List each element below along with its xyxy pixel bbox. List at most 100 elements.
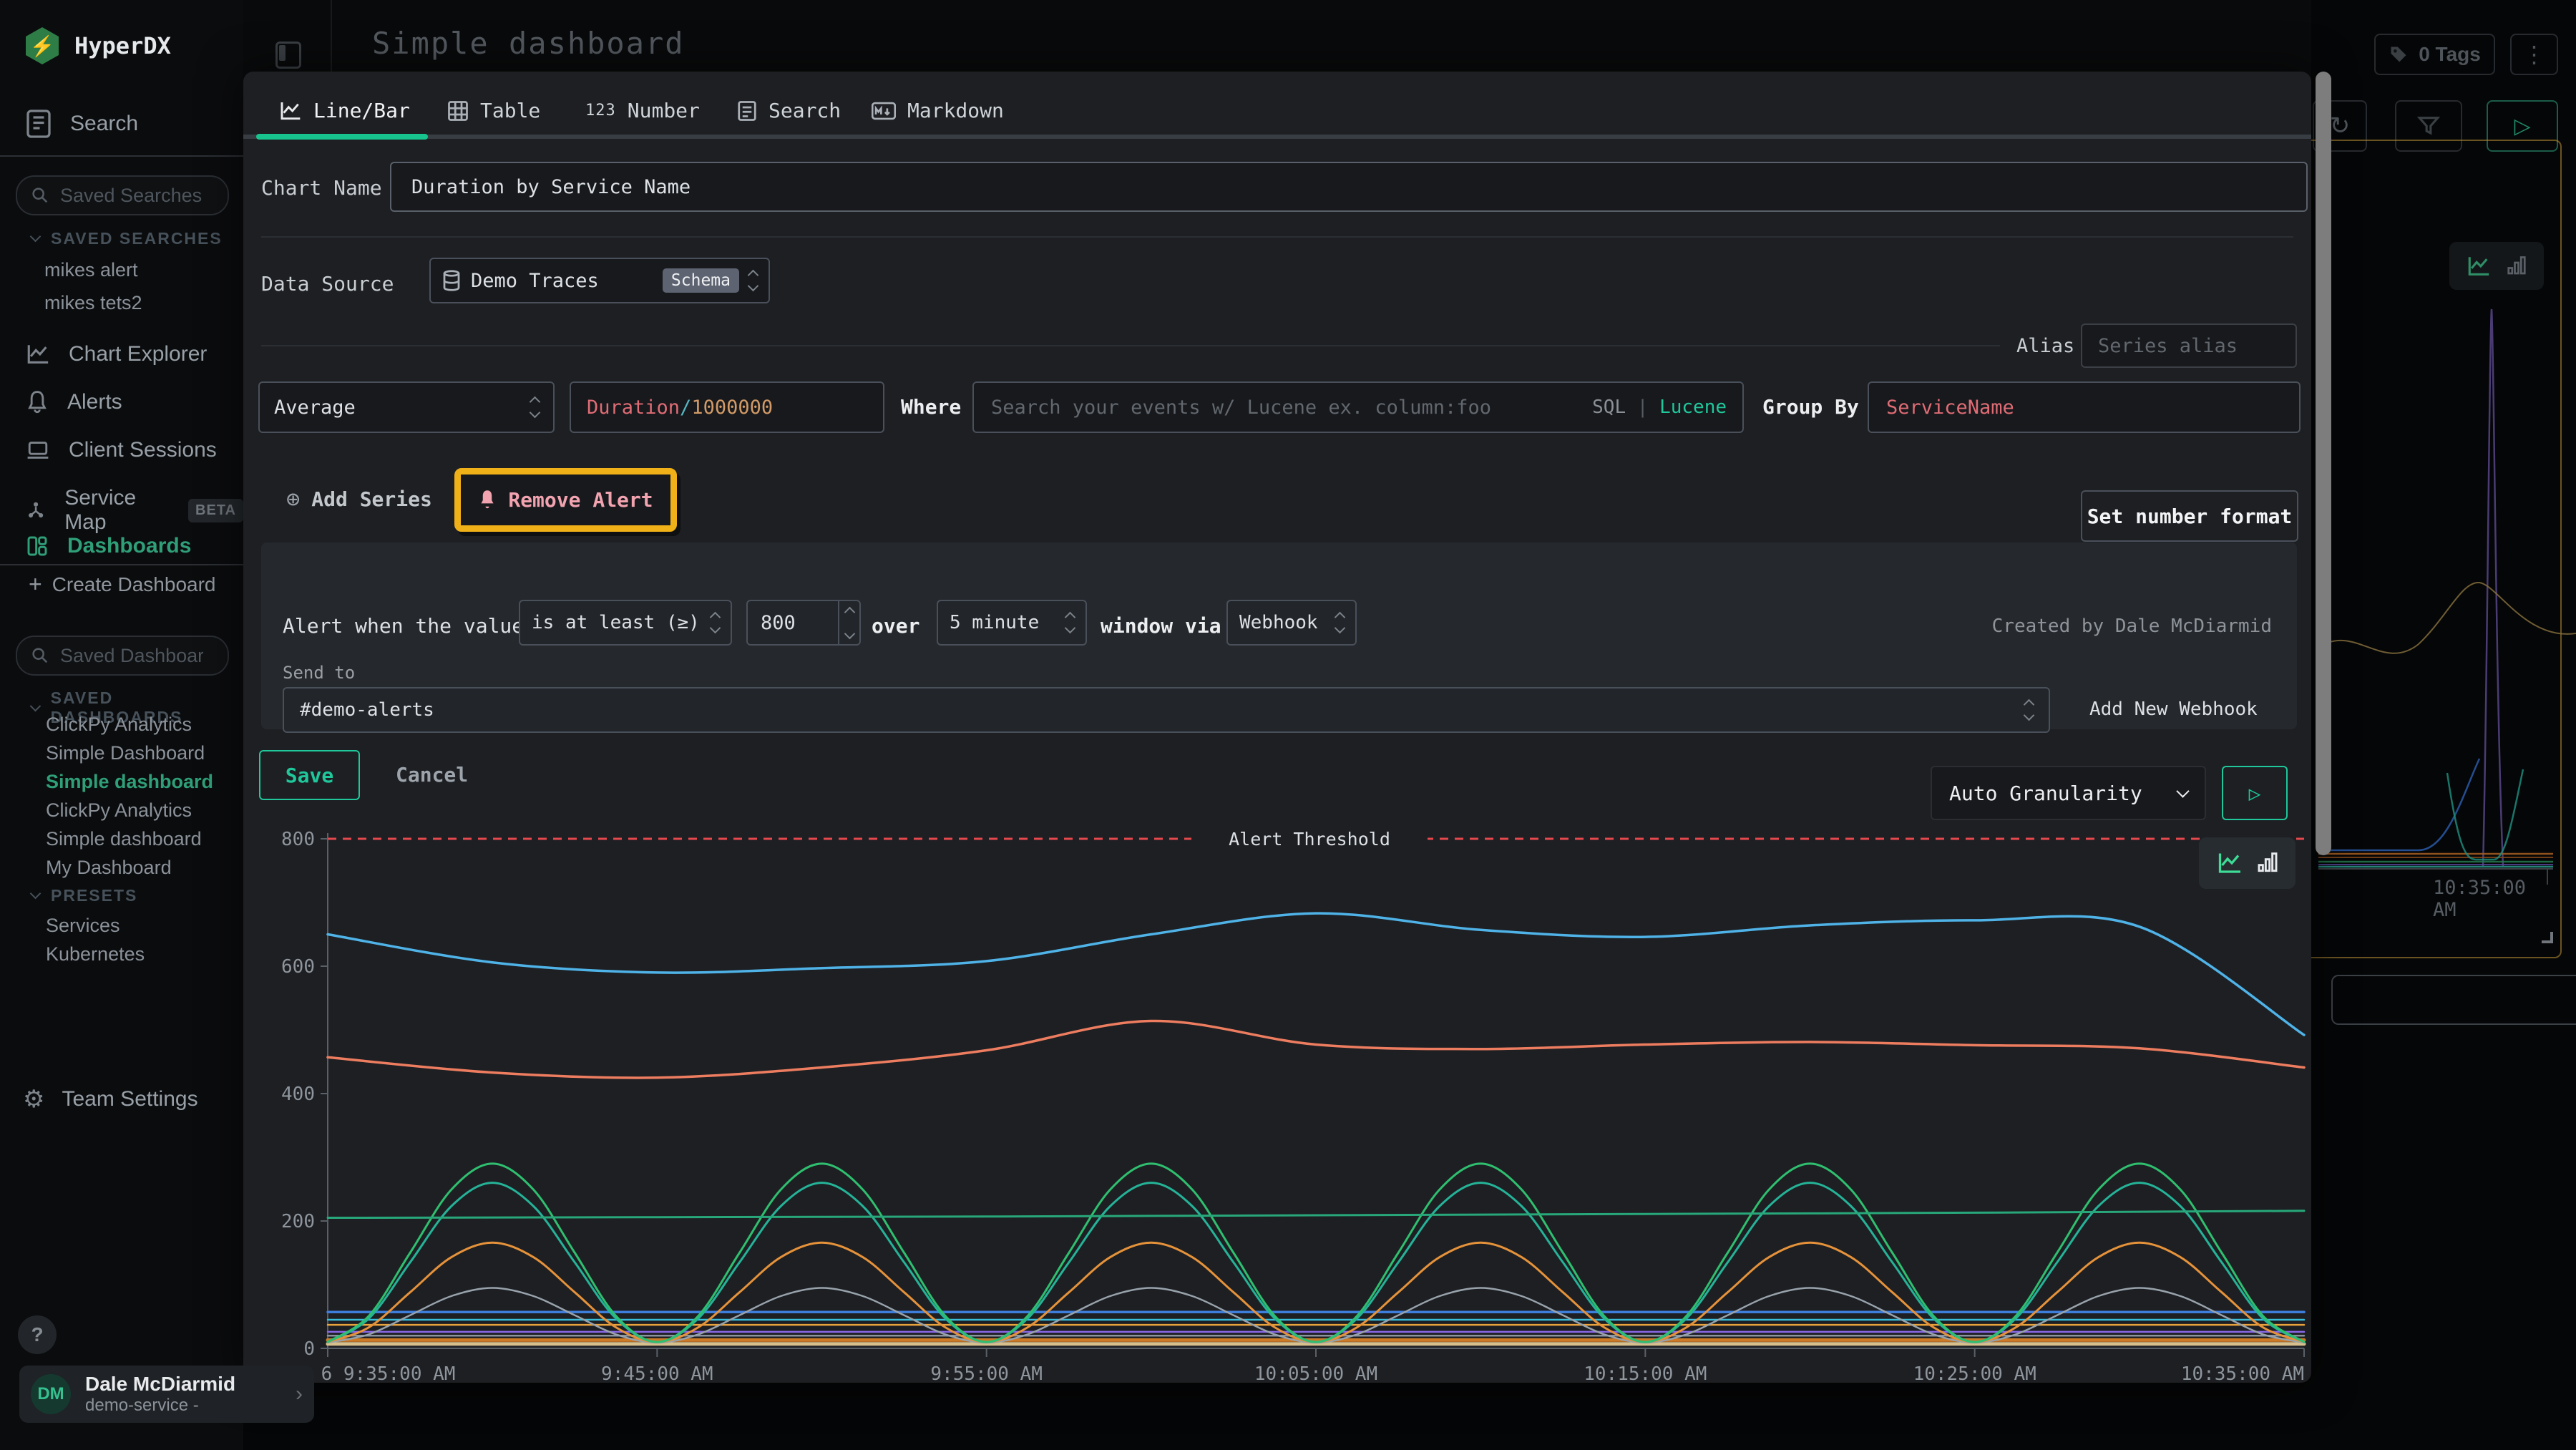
- chart-name-label: Chart Name: [261, 176, 382, 200]
- dashboard-item[interactable]: ClickPy Analytics: [46, 714, 192, 736]
- tab-search[interactable]: Search: [737, 99, 841, 122]
- chart-name-input[interactable]: [390, 162, 2308, 212]
- help-button[interactable]: ?: [18, 1315, 57, 1354]
- svg-text:Alert Threshold: Alert Threshold: [1229, 829, 1390, 850]
- alias-label: Alias: [2016, 335, 2074, 357]
- dashboard-item[interactable]: ClickPy Analytics: [46, 799, 192, 822]
- group-by-label: Group By: [1762, 395, 1859, 419]
- where-input[interactable]: SQL | Lucene: [972, 381, 1744, 433]
- bell-icon: [26, 390, 49, 414]
- collapse-sidebar-icon[interactable]: [275, 42, 301, 69]
- dashboards-grid-icon: [26, 535, 49, 558]
- chart-run-button[interactable]: ▷: [2222, 766, 2288, 820]
- chevron-down-icon[interactable]: [30, 700, 41, 711]
- sidebar-item-alerts[interactable]: Alerts: [26, 390, 122, 414]
- dashboard-item[interactable]: My Dashboard: [46, 857, 172, 879]
- sidebar-item-client-sessions[interactable]: Client Sessions: [26, 438, 217, 462]
- alert-window-select[interactable]: 5 minute: [937, 600, 1087, 646]
- search-icon: [30, 646, 50, 666]
- bar-chart-icon[interactable]: [2257, 852, 2278, 875]
- field-expression-input[interactable]: Duration/1000000: [570, 381, 884, 433]
- svg-text:400: 400: [281, 1084, 315, 1105]
- user-subtitle: demo-service -: [85, 1396, 281, 1416]
- saved-searches-input[interactable]: [16, 175, 229, 215]
- create-dashboard-button[interactable]: + Create Dashboard: [29, 571, 216, 598]
- tab-markdown[interactable]: Markdown: [872, 99, 1004, 122]
- svg-text:800: 800: [281, 829, 315, 850]
- svg-text:10:35:00 AM: 10:35:00 AM: [2181, 1363, 2304, 1385]
- chart-type-toggle[interactable]: [2199, 837, 2296, 889]
- remove-alert-button[interactable]: Remove Alert: [461, 475, 670, 525]
- chevron-down-icon[interactable]: [30, 888, 42, 900]
- svg-text:9:55:00 AM: 9:55:00 AM: [930, 1363, 1043, 1385]
- add-series-button[interactable]: ⊕ Add Series: [286, 485, 432, 512]
- sidebar-item-chart-explorer[interactable]: Chart Explorer: [26, 342, 207, 366]
- sql-mode-toggle[interactable]: SQL | Lucene: [1592, 396, 1727, 418]
- sidebar-item-dashboards[interactable]: Dashboards: [26, 534, 191, 558]
- markdown-icon: [872, 102, 896, 120]
- select-chevrons-icon: [1066, 613, 1074, 632]
- number-stepper[interactable]: [838, 601, 859, 644]
- play-icon: ▷: [2249, 782, 2261, 805]
- presets-header[interactable]: PRESETS: [51, 886, 137, 905]
- tab-number[interactable]: 123 Number: [585, 99, 700, 122]
- group-by-input[interactable]: ServiceName: [1868, 381, 2301, 433]
- aggregation-select[interactable]: Average: [258, 381, 555, 433]
- granularity-select[interactable]: Auto Granularity: [1931, 766, 2206, 820]
- brand-name: HyperDX: [74, 32, 171, 59]
- alert-over-label: over: [872, 614, 919, 638]
- alert-prefix: Alert when the value: [283, 614, 524, 638]
- sidebar-item-service-map[interactable]: Service Map BETA: [26, 486, 243, 535]
- duration-chart[interactable]: 0200400600800Nov 6 9:35:00 AM9:45:00 AM9…: [250, 816, 2311, 1403]
- background-axis-timestamp: 10:35:00 AM: [2433, 877, 2555, 921]
- tab-table[interactable]: Table: [447, 99, 540, 122]
- svg-text:200: 200: [281, 1211, 315, 1232]
- page-title: Simple dashboard: [372, 26, 685, 61]
- alert-channel-select[interactable]: Webhook: [1226, 600, 1357, 646]
- user-card[interactable]: DM Dale McDiarmid demo-service - ›: [19, 1366, 314, 1423]
- search-doc-icon: [26, 109, 52, 139]
- saved-search-item[interactable]: mikes alert: [44, 259, 138, 281]
- chevron-down-icon[interactable]: [30, 231, 42, 243]
- send-to-select[interactable]: #demo-alerts: [283, 687, 2050, 733]
- svg-text:9:45:00 AM: 9:45:00 AM: [601, 1363, 713, 1385]
- expr-operator: /: [680, 396, 691, 419]
- cancel-button[interactable]: Cancel: [396, 763, 468, 787]
- dashboard-item-active[interactable]: Simple dashboard: [46, 771, 213, 793]
- alert-threshold-input[interactable]: [746, 600, 861, 646]
- add-new-webhook-button[interactable]: Add New Webhook: [2089, 699, 2258, 720]
- table-icon: [447, 100, 469, 122]
- select-chevrons-icon: [531, 398, 539, 417]
- preset-item[interactable]: Services: [46, 915, 120, 937]
- svg-text:600: 600: [281, 956, 315, 978]
- saved-searches-header[interactable]: SAVED SEARCHES: [51, 229, 223, 248]
- sidebar-item-team-settings[interactable]: ⚙ Team Settings: [23, 1085, 198, 1114]
- gear-icon: ⚙: [23, 1085, 44, 1114]
- save-button[interactable]: Save: [259, 750, 360, 800]
- saved-search-item[interactable]: mikes tets2: [44, 292, 142, 314]
- tab-line-bar[interactable]: Line/Bar: [279, 99, 410, 122]
- tab-underline-track: [243, 135, 2311, 139]
- service-map-icon: [26, 499, 46, 522]
- where-label: Where: [901, 395, 961, 419]
- plus-icon: +: [29, 571, 42, 598]
- dashboard-item[interactable]: Simple Dashboard: [46, 742, 205, 764]
- modal-scrollbar[interactable]: [2316, 72, 2331, 855]
- alert-condition-select[interactable]: is at least (≥): [519, 600, 732, 646]
- database-icon: [442, 270, 461, 291]
- line-chart-icon[interactable]: [2217, 851, 2243, 875]
- alias-input[interactable]: [2081, 323, 2297, 368]
- saved-dashboards-input[interactable]: [16, 636, 229, 676]
- number-123-icon: 123: [585, 102, 616, 120]
- sidebar-item-search[interactable]: Search: [26, 109, 138, 139]
- sidebar-item-label: Search: [70, 112, 138, 136]
- dashboard-item[interactable]: Simple dashboard: [46, 828, 202, 850]
- tab-underline-active: [256, 134, 428, 140]
- data-source-select[interactable]: Demo Traces Schema: [429, 258, 770, 303]
- preset-item[interactable]: Kubernetes: [46, 943, 145, 965]
- expr-field: Duration: [587, 396, 680, 419]
- search-icon: [30, 185, 50, 205]
- resize-handle-icon[interactable]: [2542, 932, 2553, 943]
- set-number-format-button[interactable]: Set number format: [2081, 490, 2298, 542]
- svg-text:0: 0: [303, 1338, 315, 1360]
